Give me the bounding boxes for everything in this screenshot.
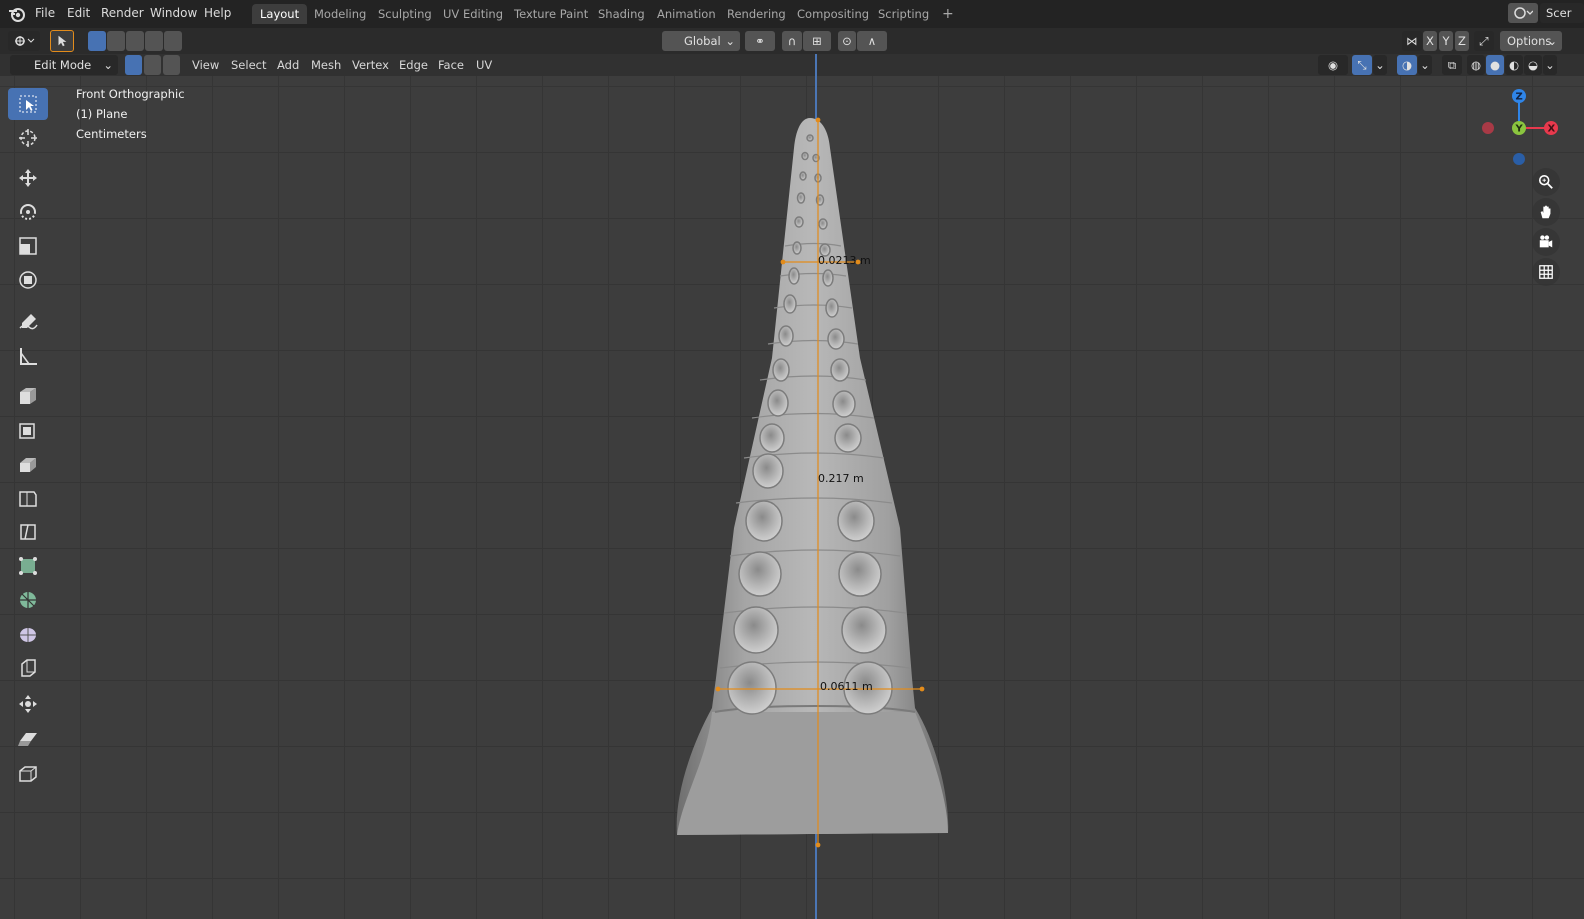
measure-height-label: 0.217 m [818,472,864,485]
measure-top-label: 0.0213 m [818,254,871,267]
measure-overlay [715,117,925,848]
measure-bottom-label: 0.0611 m [820,680,873,693]
